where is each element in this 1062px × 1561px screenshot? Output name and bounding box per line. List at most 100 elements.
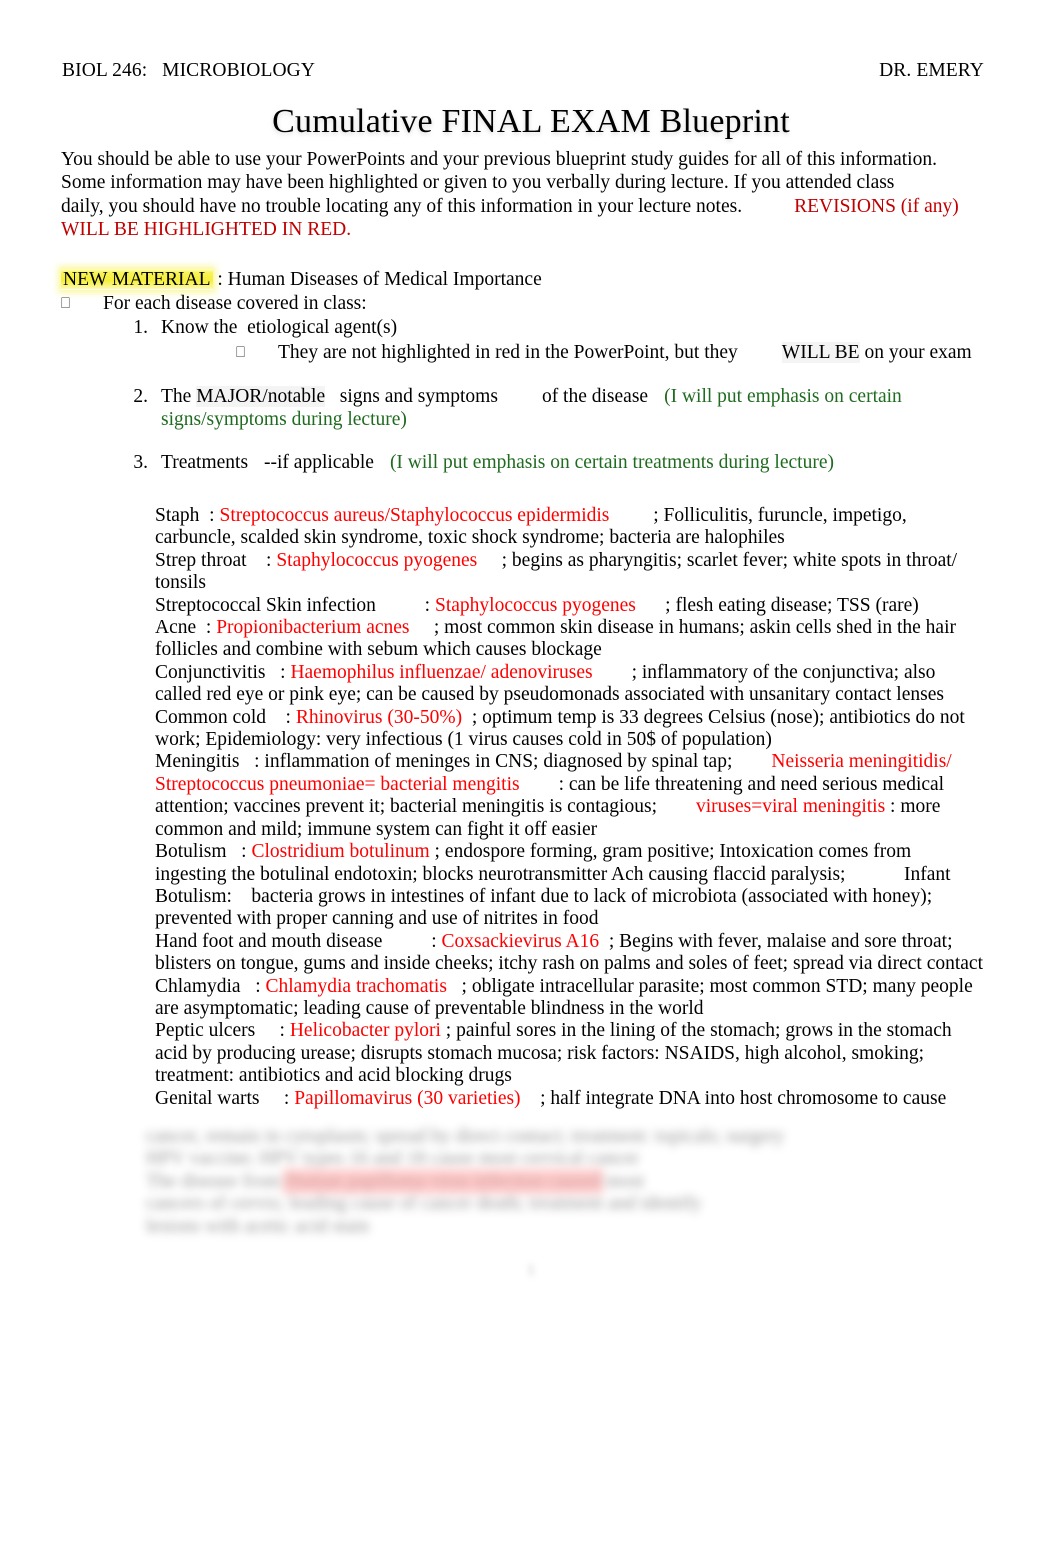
instructor-label: DR. EMERY — [879, 60, 984, 81]
meningitis-agent-2: viruses=viral meningitis — [695, 796, 886, 818]
disease-name: Genital warts : — [155, 1087, 295, 1109]
list-item-1-sub-text: They are not highlighted in red in the P… — [278, 341, 972, 364]
new-material-highlight: NEW MATERIAL — [61, 269, 213, 290]
disease-entry: Hand foot and mouth disease : Coxsackiev… — [155, 931, 983, 976]
disease-entry: Conjunctivitis : Haemophilus influenzae/… — [155, 662, 983, 707]
item2-green-b: signs/symptoms during lecture) — [161, 408, 407, 430]
redacted-text-block: cancer, remain in cytoplasm; spread by d… — [146, 1126, 1018, 1238]
disease-entry: Chlamydia : Chlamydia trachomatis ; obli… — [155, 976, 983, 1021]
disease-agent: Chlamydia trachomatis — [265, 975, 447, 997]
disease-entry-meningitis: Meningitis : inflammation of meninges in… — [155, 751, 983, 841]
disease-name: Streptococcal Skin infection : — [155, 594, 435, 616]
disease-description: ; half integrate DNA into host chromosom… — [540, 1087, 947, 1109]
sub-text-c: on your exam — [859, 342, 972, 364]
disease-name: Common cold : — [155, 706, 296, 728]
disease-entry: Common cold : Rhinovirus (30-50%) ; opti… — [155, 707, 983, 752]
intro-line-2: Some information may have been highlight… — [61, 172, 895, 194]
intro-line-3-text: daily, you should have no trouble locati… — [61, 195, 743, 217]
list-item-3: 3. Treatments --if applicable (I will put … — [61, 451, 991, 474]
disease-agent: Papillomavirus (30 varieties) — [294, 1087, 521, 1109]
disease-name: Staph : — [155, 505, 220, 526]
item2-a: The — [161, 385, 197, 407]
item2-major-notable: MAJOR/notable — [196, 385, 326, 407]
disease-agent: Streptococcus aureus/Staphylococcus epid… — [219, 505, 610, 526]
redacted-line-5: lesions with acetic acid stain — [146, 1215, 370, 1237]
numbered-list: 1. Know the etiological agent(s) ⎕ They … — [61, 316, 991, 474]
disease-name: Conjunctivitis : — [155, 661, 291, 683]
list-item-2-number: 2. — [133, 385, 148, 407]
new-material-heading: NEW MATERIAL : Human Diseases of Medical… — [61, 268, 981, 291]
disease-entry: Strep throat : Staphylococcus pyogenes ;… — [155, 550, 983, 595]
document-page: BIOL 246: MICROBIOLOGY DR. EMERY Cumulat… — [0, 0, 1062, 1561]
item2-b: signs and symptoms — [325, 385, 498, 407]
redacted-line-4: cancers of cervix; leading cause of canc… — [146, 1193, 702, 1215]
redacted-line-2: HPV vaccine; HPV types 16 and 18 cause m… — [146, 1148, 640, 1170]
redacted-pink-highlight: Human papilloma virus infection caused — [285, 1170, 602, 1192]
disease-name: Botulism : — [155, 841, 252, 863]
list-item-2-text: The MAJOR/notable signs and symptoms of t… — [161, 385, 991, 432]
course-label: BIOL 246: MICROBIOLOGY — [62, 60, 316, 81]
disease-name: Strep throat : — [155, 549, 277, 571]
intro-line-1: You should be able to use your PowerPoin… — [61, 149, 937, 170]
list-item-1-subbullet: ⎕ They are not highlighted in red in the… — [236, 341, 991, 364]
disease-name: Chlamydia : — [155, 975, 266, 997]
redacted-line-3-b: most — [601, 1170, 645, 1192]
new-material-bullet-row: ⎕ For each disease covered in class: — [61, 292, 981, 315]
document-header: BIOL 246: MICROBIOLOGY DR. EMERY — [62, 60, 984, 82]
intro-line-3: daily, you should have no trouble locati… — [61, 195, 971, 218]
disease-agent: Propionibacterium acnes — [216, 617, 410, 639]
disease-agent: Rhinovirus (30-50%) — [295, 706, 463, 728]
will-be-emphasis: WILL BE — [781, 342, 860, 364]
disease-agent: Staphylococcus pyogenes — [434, 594, 636, 616]
page-title: Cumulative FINAL EXAM Blueprint — [272, 103, 790, 140]
disease-entry: Streptococcal Skin infection : Staphyloc… — [155, 595, 983, 617]
meningitis-lead: Meningitis : inflammation of meninges in… — [155, 751, 733, 773]
disease-entry: Staph : Streptococcus aureus/Staphylococ… — [155, 505, 983, 550]
intro-paragraph: You should be able to use your PowerPoin… — [61, 148, 971, 241]
page-number: 1 — [527, 1262, 535, 1279]
disease-name: Hand foot and mouth disease : — [155, 930, 442, 952]
redacted-line-3: The disease from Human papilloma virus i… — [146, 1170, 1018, 1193]
disease-entry-botulism: Botulism : Clostridium botulinum ; endos… — [155, 841, 983, 931]
new-material-block: NEW MATERIAL : Human Diseases of Medical… — [61, 268, 981, 316]
new-material-bullet-text: For each disease covered in class: — [103, 293, 367, 315]
disease-list: Staph : Streptococcus aureus/Staphylococ… — [155, 505, 983, 1110]
item2-green-a: (I will put emphasis on certain — [664, 385, 902, 407]
list-item-1-number: 1. — [133, 317, 148, 338]
sub-text-a: They are not highlighted in red in the P… — [278, 342, 738, 364]
intro-line-4-red: WILL BE HIGHLIGHTED IN RED. — [61, 218, 352, 240]
item3-b: --if applicable — [264, 452, 374, 474]
box-bullet-icon: ⎕ — [61, 294, 71, 313]
item2-c: of the disease — [541, 385, 649, 407]
list-item-1: 1. Know the etiological agent(s) — [61, 316, 991, 339]
disease-description: ; flesh eating disease; TSS (rare) — [665, 594, 919, 616]
disease-agent: Coxsackievirus A16 — [441, 930, 600, 952]
list-item-3-number: 3. — [133, 452, 148, 474]
item3-a: Treatments — [161, 452, 249, 474]
list-item-2: 2. The MAJOR/notable signs and symptoms o… — [61, 385, 991, 432]
box-bullet-icon: ⎕ — [236, 343, 246, 362]
revisions-note: REVISIONS (if any) — [794, 195, 959, 217]
disease-entry: Genital warts : Papillomavirus (30 varie… — [155, 1088, 983, 1110]
disease-agent: Haemophilus influenzae/ adenoviruses — [290, 661, 593, 683]
disease-name: Peptic ulcers : — [155, 1020, 290, 1042]
disease-agent: Clostridium botulinum — [251, 841, 430, 863]
disease-agent: Helicobacter pylori — [289, 1020, 441, 1042]
redacted-line-3-a: The disease from — [146, 1170, 286, 1192]
disease-entry: Acne : Propionibacterium acnes ; most co… — [155, 617, 983, 662]
new-material-suffix: : Human Diseases of Medical Importance — [212, 269, 542, 290]
list-item-3-text: Treatments --if applicable (I will put emp… — [161, 451, 991, 474]
list-item-1-text: Know the etiological agent(s) — [161, 317, 398, 338]
